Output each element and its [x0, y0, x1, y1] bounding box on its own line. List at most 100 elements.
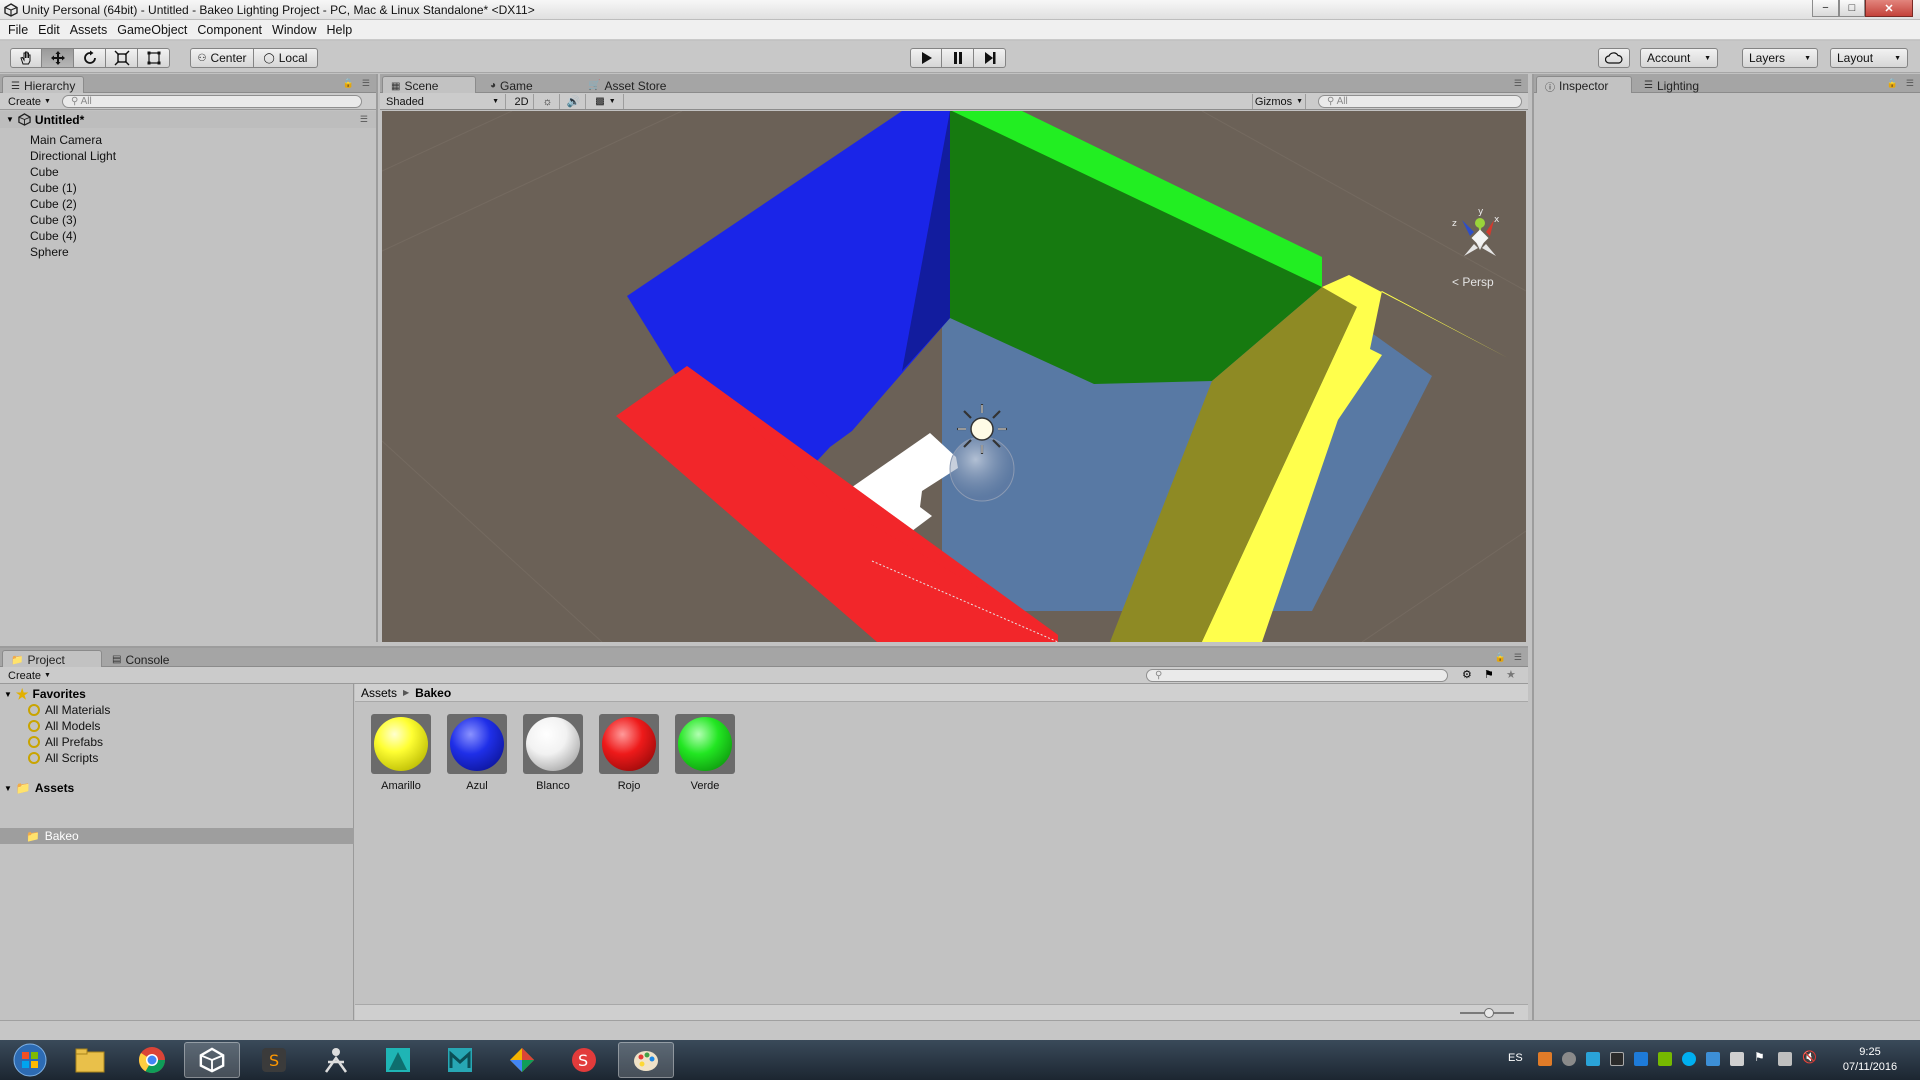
taskbar-sublime[interactable]: S [246, 1042, 302, 1078]
tray-app-icon[interactable] [1538, 1052, 1552, 1066]
taskbar-zbrush[interactable] [308, 1042, 364, 1078]
menu-edit[interactable]: Edit [36, 23, 68, 37]
pivot-rotation-button[interactable]: ◯ Local [254, 48, 318, 68]
menu-gameobject[interactable]: GameObject [115, 23, 195, 37]
folder-bakeo[interactable]: 📁 Bakeo [26, 828, 79, 844]
panel-menu-icon[interactable]: ☰ [1514, 652, 1522, 663]
rotate-tool-button[interactable] [74, 48, 106, 68]
hierarchy-item-cube[interactable]: Cube [30, 164, 59, 180]
favorites-header[interactable]: ▼ ★ Favorites [4, 686, 86, 702]
layers-dropdown[interactable]: Layers ▼ [1742, 48, 1818, 68]
favorite-all-scripts[interactable]: All Scripts [28, 750, 98, 766]
language-indicator[interactable]: ES [1508, 1052, 1523, 1064]
panel-menu-icon[interactable]: ☰ [1906, 78, 1914, 89]
tray-app-icon[interactable] [1634, 1052, 1648, 1066]
scene-search-input[interactable]: ⚲ All [1318, 95, 1522, 108]
flag-icon[interactable]: ⚑ [1754, 1050, 1768, 1064]
scene-lighting-toggle[interactable]: ☼ [536, 94, 560, 109]
favorite-all-prefabs[interactable]: All Prefabs [28, 734, 103, 750]
tab-project[interactable]: 📁 Project [2, 650, 102, 667]
material-blanco[interactable]: Blanco [521, 714, 585, 792]
tray-app-icon[interactable] [1706, 1052, 1720, 1066]
breadcrumb-bakeo[interactable]: Bakeo [415, 686, 451, 700]
tab-asset-store[interactable]: 🛒 Asset Store [580, 76, 674, 93]
taskbar-app-diamond[interactable] [494, 1042, 550, 1078]
hierarchy-item-directional-light[interactable]: Directional Light [30, 148, 116, 164]
taskbar-substance[interactable]: S [556, 1042, 612, 1078]
thumbnail-size-slider-handle[interactable] [1484, 1008, 1494, 1018]
lock-icon[interactable]: 🔒 [343, 78, 354, 89]
taskbar-explorer[interactable] [62, 1042, 118, 1078]
tray-app-icon[interactable] [1586, 1052, 1600, 1066]
cloud-services-button[interactable] [1598, 48, 1630, 68]
tab-scene[interactable]: ▦ Scene [382, 76, 476, 93]
pause-button[interactable] [942, 48, 974, 68]
material-azul[interactable]: Azul [445, 714, 509, 792]
filter-by-label-icon[interactable]: ⚑ [1484, 668, 1494, 681]
pivot-mode-button[interactable]: ⚇ Center [190, 48, 254, 68]
filter-by-type-icon[interactable]: ⚙ [1462, 668, 1472, 681]
account-dropdown[interactable]: Account ▼ [1640, 48, 1718, 68]
panel-menu-icon[interactable]: ☰ [362, 78, 370, 89]
menu-window[interactable]: Window [270, 23, 324, 37]
favorite-all-models[interactable]: All Models [28, 718, 100, 734]
hierarchy-item-sphere[interactable]: Sphere [30, 244, 69, 260]
hierarchy-item-cube-1[interactable]: Cube (1) [30, 180, 77, 196]
rect-tool-button[interactable] [138, 48, 170, 68]
volume-muted-icon[interactable]: 🔇 [1802, 1050, 1817, 1064]
tray-skype-icon[interactable] [1682, 1052, 1696, 1066]
taskbar-chrome[interactable] [124, 1042, 180, 1078]
favorite-all-materials[interactable]: All Materials [28, 702, 110, 718]
panel-menu-icon[interactable]: ☰ [1514, 78, 1522, 89]
project-create-dropdown[interactable]: Create ▼ [4, 668, 55, 683]
play-button[interactable] [910, 48, 942, 68]
layout-dropdown[interactable]: Layout ▼ [1830, 48, 1908, 68]
maximize-button[interactable]: □ [1839, 0, 1865, 17]
gizmos-dropdown[interactable]: Gizmos ▼ [1252, 94, 1306, 109]
assets-header[interactable]: ▼ 📁 Assets [4, 780, 74, 796]
step-button[interactable] [974, 48, 1006, 68]
tray-unity-icon[interactable] [1610, 1052, 1624, 1066]
taskbar-maya[interactable] [432, 1042, 488, 1078]
move-tool-button[interactable] [42, 48, 74, 68]
tab-inspector[interactable]: ⓘ Inspector [1536, 76, 1632, 94]
scene-viewport[interactable]: y x z < Persp [382, 111, 1526, 642]
create-dropdown[interactable]: Create ▼ [4, 94, 55, 109]
material-rojo[interactable]: Rojo [597, 714, 661, 792]
lock-icon[interactable]: 🔒 [1887, 78, 1898, 89]
tab-console[interactable]: ▤ Console [104, 650, 177, 667]
hand-tool-button[interactable] [10, 48, 42, 68]
scene-root-row[interactable]: ▼ Untitled* ☰ [0, 111, 376, 128]
tray-steam-icon[interactable] [1562, 1052, 1576, 1066]
menu-assets[interactable]: Assets [68, 23, 116, 37]
material-amarillo[interactable]: Amarillo [369, 714, 433, 792]
close-button[interactable]: ✕ [1865, 0, 1913, 17]
project-search-input[interactable]: ⚲ [1146, 669, 1448, 682]
tray-app-icon[interactable] [1730, 1052, 1744, 1066]
tab-game[interactable]: ◕ Game [482, 76, 541, 93]
shading-mode-dropdown[interactable]: Shaded ▼ [380, 94, 506, 109]
material-verde[interactable]: Verde [673, 714, 737, 792]
projection-label[interactable]: < Persp [1452, 275, 1494, 289]
favorite-star-icon[interactable]: ★ [1506, 668, 1516, 681]
scene-effects-dropdown[interactable]: ▩ ▼ [588, 94, 624, 109]
start-button[interactable] [2, 1042, 58, 1078]
tab-lighting[interactable]: ☰ Lighting [1636, 76, 1707, 93]
tray-nvidia-icon[interactable] [1658, 1052, 1672, 1066]
menu-component[interactable]: Component [195, 23, 270, 37]
scene-menu-icon[interactable]: ☰ [360, 114, 368, 125]
lock-icon[interactable]: 🔒 [1495, 652, 1506, 663]
menu-help[interactable]: Help [324, 23, 360, 37]
hierarchy-item-cube-3[interactable]: Cube (3) [30, 212, 77, 228]
network-icon[interactable] [1778, 1052, 1792, 1066]
mode-2d-toggle[interactable]: 2D [510, 94, 534, 109]
scale-tool-button[interactable] [106, 48, 138, 68]
taskbar-3dsmax[interactable] [370, 1042, 426, 1078]
tab-hierarchy[interactable]: ☰ Hierarchy [2, 76, 85, 93]
scene-audio-toggle[interactable]: 🔊 [562, 94, 586, 109]
hierarchy-search-input[interactable]: ⚲ All [62, 95, 362, 108]
menu-file[interactable]: File [6, 23, 36, 37]
taskbar-unity[interactable] [184, 1042, 240, 1078]
hierarchy-item-cube-4[interactable]: Cube (4) [30, 228, 77, 244]
taskbar-clock[interactable]: 9:25 07/11/2016 [1834, 1045, 1906, 1075]
